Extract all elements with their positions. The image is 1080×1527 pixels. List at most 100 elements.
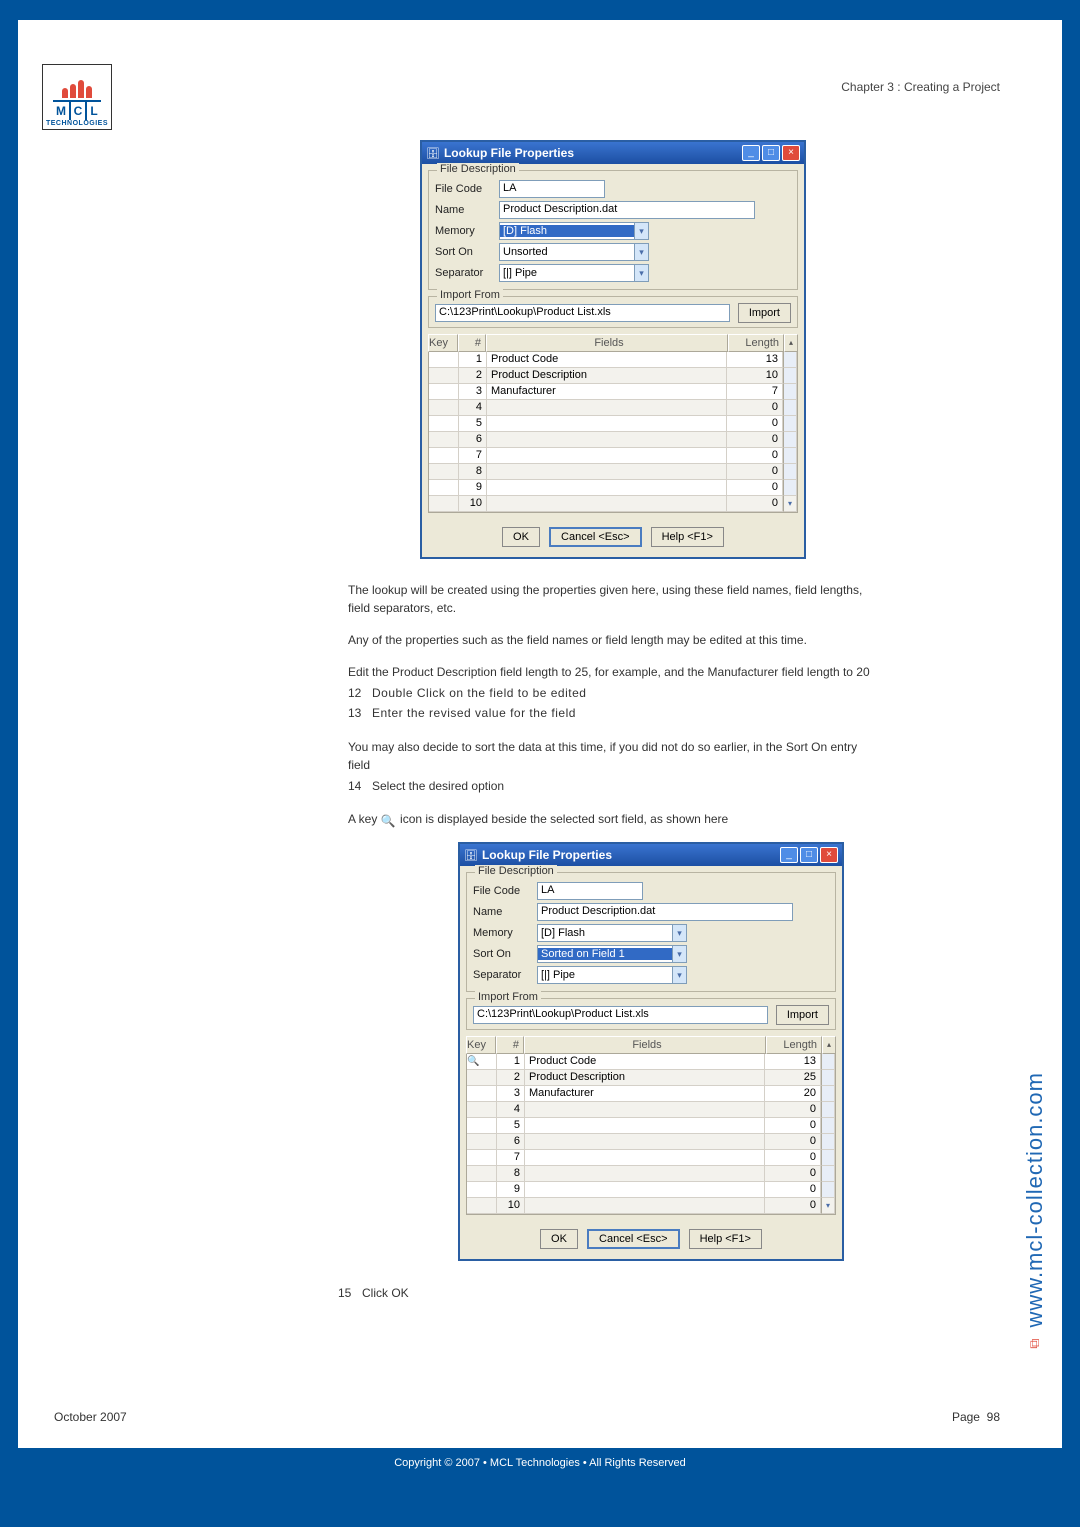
table-row[interactable]: 3Manufacturer20 [467, 1086, 835, 1102]
import-path-input[interactable]: C:\123Print\Lookup\Product List.xls [435, 304, 730, 322]
separator-combo[interactable]: [|] Pipe▾ [499, 264, 649, 282]
memory-combo[interactable]: [D] Flash▾ [537, 924, 687, 942]
field-name-cell[interactable]: Product Description [487, 368, 727, 384]
field-name-cell[interactable]: Product Code [525, 1054, 765, 1070]
field-name-cell[interactable] [487, 464, 727, 480]
length-cell[interactable]: 0 [727, 480, 783, 496]
field-name-cell[interactable] [487, 432, 727, 448]
length-cell[interactable]: 20 [765, 1086, 821, 1102]
ok-button[interactable]: OK [540, 1229, 578, 1249]
table-row[interactable]: 40 [429, 400, 797, 416]
cancel-button[interactable]: Cancel <Esc> [587, 1229, 679, 1249]
table-row[interactable]: 70 [467, 1150, 835, 1166]
scroll-down[interactable]: ▾ [821, 1198, 835, 1214]
field-name-cell[interactable]: Product Code [487, 352, 727, 368]
table-row[interactable]: 80 [429, 464, 797, 480]
close-button[interactable]: × [820, 847, 838, 863]
length-cell[interactable]: 0 [765, 1166, 821, 1182]
length-cell[interactable]: 0 [727, 464, 783, 480]
sort-on-combo[interactable]: Unsorted▾ [499, 243, 649, 261]
field-name-cell[interactable] [487, 496, 727, 512]
table-row[interactable]: 100▾ [467, 1198, 835, 1214]
length-cell[interactable]: 0 [727, 400, 783, 416]
minimize-button[interactable]: _ [780, 847, 798, 863]
table-row[interactable]: 90 [429, 480, 797, 496]
ok-button[interactable]: OK [502, 527, 540, 547]
name-input[interactable]: Product Description.dat [499, 201, 755, 219]
table-row[interactable]: 80 [467, 1166, 835, 1182]
maximize-button[interactable]: □ [762, 145, 780, 161]
length-cell[interactable]: 0 [765, 1182, 821, 1198]
maximize-button[interactable]: □ [800, 847, 818, 863]
length-cell[interactable]: 10 [727, 368, 783, 384]
table-row[interactable]: 3Manufacturer7 [429, 384, 797, 400]
title-bar[interactable]: 🗄 Lookup File Properties _ □ × [460, 844, 842, 866]
col-key[interactable]: Key [466, 1036, 496, 1054]
table-row[interactable]: 50 [467, 1118, 835, 1134]
field-name-cell[interactable] [525, 1182, 765, 1198]
length-cell[interactable]: 7 [727, 384, 783, 400]
length-cell[interactable]: 0 [727, 496, 783, 512]
file-code-input[interactable]: LA [499, 180, 605, 198]
length-cell[interactable]: 0 [765, 1150, 821, 1166]
table-row[interactable]: 2Product Description10 [429, 368, 797, 384]
help-button[interactable]: Help <F1> [651, 527, 724, 547]
col-num[interactable]: # [458, 334, 486, 352]
field-name-cell[interactable] [525, 1102, 765, 1118]
table-row[interactable]: 40 [467, 1102, 835, 1118]
field-name-cell[interactable] [487, 400, 727, 416]
file-code-input[interactable]: LA [537, 882, 643, 900]
cancel-button[interactable]: Cancel <Esc> [549, 527, 641, 547]
col-length[interactable]: Length [766, 1036, 822, 1054]
import-path-input[interactable]: C:\123Print\Lookup\Product List.xls [473, 1006, 768, 1024]
separator-combo[interactable]: [|] Pipe▾ [537, 966, 687, 984]
field-name-cell[interactable] [525, 1166, 765, 1182]
length-cell[interactable]: 0 [727, 416, 783, 432]
table-row[interactable]: 70 [429, 448, 797, 464]
import-button[interactable]: Import [738, 303, 791, 323]
col-key[interactable]: Key [428, 334, 458, 352]
field-name-cell[interactable] [525, 1118, 765, 1134]
table-row[interactable]: 2Product Description25 [467, 1070, 835, 1086]
field-name-cell[interactable] [487, 448, 727, 464]
field-name-cell[interactable]: Manufacturer [487, 384, 727, 400]
field-name-cell[interactable] [525, 1150, 765, 1166]
length-cell[interactable]: 0 [765, 1118, 821, 1134]
length-cell[interactable]: 0 [765, 1198, 821, 1214]
sort-on-combo[interactable]: Sorted on Field 1▾ [537, 945, 687, 963]
table-row[interactable]: 90 [467, 1182, 835, 1198]
length-cell[interactable]: 25 [765, 1070, 821, 1086]
length-cell[interactable]: 13 [765, 1054, 821, 1070]
col-num[interactable]: # [496, 1036, 524, 1054]
field-name-cell[interactable] [487, 480, 727, 496]
scroll-down[interactable]: ▾ [783, 496, 797, 512]
col-fields[interactable]: Fields [486, 334, 728, 352]
minimize-button[interactable]: _ [742, 145, 760, 161]
scroll-up[interactable]: ▴ [784, 334, 798, 352]
field-name-cell[interactable] [525, 1198, 765, 1214]
col-length[interactable]: Length [728, 334, 784, 352]
table-row[interactable]: 1Product Code13 [429, 352, 797, 368]
help-button[interactable]: Help <F1> [689, 1229, 762, 1249]
table-row[interactable]: 50 [429, 416, 797, 432]
table-row[interactable]: 🔍1Product Code13 [467, 1054, 835, 1070]
length-cell[interactable]: 0 [765, 1134, 821, 1150]
field-name-cell[interactable]: Manufacturer [525, 1086, 765, 1102]
field-name-cell[interactable] [525, 1134, 765, 1150]
length-cell[interactable]: 0 [765, 1102, 821, 1118]
memory-combo[interactable]: [D] Flash▾ [499, 222, 649, 240]
title-bar[interactable]: 🗄 Lookup File Properties _ □ × [422, 142, 804, 164]
length-cell[interactable]: 0 [727, 448, 783, 464]
close-button[interactable]: × [782, 145, 800, 161]
field-name-cell[interactable] [487, 416, 727, 432]
length-cell[interactable]: 13 [727, 352, 783, 368]
name-input[interactable]: Product Description.dat [537, 903, 793, 921]
scroll-up[interactable]: ▴ [822, 1036, 836, 1054]
table-row[interactable]: 60 [429, 432, 797, 448]
import-button[interactable]: Import [776, 1005, 829, 1025]
length-cell[interactable]: 0 [727, 432, 783, 448]
col-fields[interactable]: Fields [524, 1036, 766, 1054]
field-name-cell[interactable]: Product Description [525, 1070, 765, 1086]
table-row[interactable]: 100▾ [429, 496, 797, 512]
table-row[interactable]: 60 [467, 1134, 835, 1150]
